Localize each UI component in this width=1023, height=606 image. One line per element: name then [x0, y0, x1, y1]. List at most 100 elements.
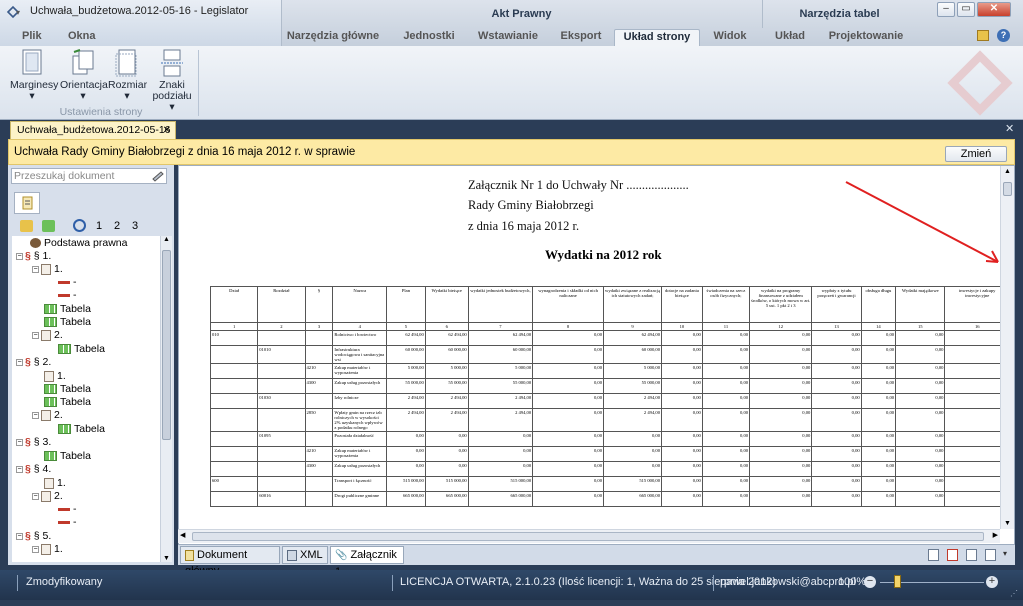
table-cell[interactable]: 0,00	[860, 393, 897, 409]
zmien-button[interactable]: Zmień	[945, 146, 1007, 162]
scroll-right-icon[interactable]: ▶	[993, 531, 998, 539]
table-cell[interactable]: 515 000,00	[467, 476, 534, 492]
table-cell[interactable]: 665 000,00	[467, 491, 534, 507]
table-cell[interactable]: 0,00	[944, 491, 1000, 507]
table-cell[interactable]: 0,00	[532, 408, 605, 432]
table-cell[interactable]: 0,00	[661, 461, 703, 477]
close-button[interactable]: ✕	[977, 2, 1011, 17]
collapse-icon[interactable]: −	[32, 411, 39, 419]
scrollbar-thumb[interactable]	[192, 532, 984, 541]
resize-grip-icon[interactable]: ⋰	[1010, 582, 1018, 606]
table-cell[interactable]: 60 000,00	[424, 345, 469, 364]
table-cell[interactable]: 0,00	[701, 408, 751, 432]
table-cell[interactable]: 0,00	[860, 446, 897, 462]
table-cell[interactable]: 515 000,00	[424, 476, 469, 492]
table-cell[interactable]	[209, 491, 259, 507]
table-cell[interactable]: 0,00	[895, 431, 946, 447]
table-cell[interactable]: 62 494,00	[467, 330, 534, 346]
table-cell[interactable]: Zakup usług pozostałych	[332, 461, 388, 477]
table-cell[interactable]: Zakup materiałów i wyposażenia	[332, 446, 388, 462]
table-cell[interactable]: 62 494,00	[424, 330, 469, 346]
tree-item[interactable]: Tabela	[58, 423, 105, 435]
table-cell[interactable]: 0,00	[811, 330, 862, 346]
table-cell[interactable]: 0,00	[811, 393, 862, 409]
table-cell[interactable]: 0,00	[701, 378, 751, 394]
table-cell[interactable]: 4210	[304, 363, 334, 379]
tree-item[interactable]: 1.	[44, 477, 66, 489]
tree-item[interactable]: Tabela	[44, 450, 91, 462]
table-cell[interactable]: 0,00	[661, 476, 703, 492]
table-cell[interactable]: 0,00	[895, 330, 946, 346]
table-cell[interactable]: 4210	[304, 446, 334, 462]
document-horizontal-scrollbar[interactable]: ◀ ▶	[178, 529, 1000, 543]
table-cell[interactable]: 0,00	[860, 476, 897, 492]
tab-wstawianie[interactable]: Wstawianie	[474, 29, 542, 46]
sync-icon[interactable]	[73, 219, 86, 232]
table-cell[interactable]	[209, 408, 259, 432]
table-row[interactable]: 4210 Zakup materiałów i wyposażenia 0,00 0,…	[209, 446, 1000, 462]
table-cell[interactable]	[209, 378, 259, 394]
table-cell[interactable]	[209, 363, 259, 379]
document-page[interactable]: Załącznik Nr 1 do Uchwały Nr ...........…	[178, 166, 1000, 529]
table-cell[interactable]: 0,00	[661, 345, 703, 364]
collapse-icon[interactable]: −	[16, 465, 23, 473]
table-cell[interactable]: 0,00	[811, 431, 862, 447]
table-cell[interactable]: 0,00	[811, 476, 862, 492]
table-cell[interactable]: Rolnictwo i łowiectwo	[332, 330, 388, 346]
menu-okna[interactable]: Okna	[68, 30, 96, 42]
table-cell[interactable]: 0,00	[895, 461, 946, 477]
table-cell[interactable]: 0,00	[749, 491, 813, 507]
search-brush-icon[interactable]	[151, 169, 165, 182]
table-cell[interactable]	[209, 461, 259, 477]
tree-item[interactable]: −2.	[32, 490, 63, 502]
tree-item[interactable]: 1.	[44, 370, 66, 382]
table-cell[interactable]: 0,00	[532, 491, 605, 507]
table-cell[interactable]: 0,00	[424, 446, 469, 462]
tree-item[interactable]: − § § 3.	[16, 436, 51, 448]
table-row[interactable]: 01030 Izby rolnicze 2 494,00 2 494,00 2 494,…	[209, 393, 1000, 409]
table-cell[interactable]: 0,00	[811, 363, 862, 379]
table-cell[interactable]: 0,00	[467, 431, 534, 447]
table-cell[interactable]: 0,00	[701, 345, 751, 364]
table-cell[interactable]: 5 000,00	[603, 363, 662, 379]
marginesy-button[interactable]: Marginesy ▾	[10, 48, 58, 104]
table-row[interactable]: 4300 Zakup usług pozostałych 0,00 0,00 0,00 0…	[209, 461, 1000, 477]
zoom-slider-thumb[interactable]	[894, 575, 901, 588]
table-cell[interactable]: 0,00	[895, 408, 946, 432]
table-row[interactable]: 01010 Infrastruktura wodociągowa i sanita…	[209, 345, 1000, 364]
table-cell[interactable]: 515 000,00	[603, 476, 662, 492]
table-cell[interactable]: 0,00	[944, 345, 1000, 364]
table-cell[interactable]: 2 494,00	[603, 393, 662, 409]
table-cell[interactable]: 600	[209, 476, 259, 492]
table-cell[interactable]: 0,00	[811, 446, 862, 462]
table-cell[interactable]: 2 494,00	[467, 393, 534, 409]
tree-item[interactable]: Tabela	[44, 316, 91, 328]
level-1-button[interactable]: 1	[96, 220, 102, 232]
table-cell[interactable]: Wpłaty gmin na rzecz izb rolniczych w wy…	[332, 408, 388, 432]
document-tab[interactable]: Uchwała_budżetowa.2012-05-16 ✕	[10, 121, 176, 139]
scroll-down-icon[interactable]: ▼	[161, 555, 172, 562]
table-cell[interactable]: 0,00	[860, 330, 897, 346]
table-cell[interactable]: 0,00	[860, 345, 897, 364]
tree-item[interactable]: − § § 5.	[16, 530, 51, 542]
collapse-icon[interactable]: −	[32, 545, 39, 553]
tab-eksport[interactable]: Eksport	[556, 29, 606, 46]
table-cell[interactable]: 0,00	[661, 408, 703, 432]
tree-item[interactable]: −1.	[32, 543, 63, 555]
table-cell[interactable]	[209, 431, 259, 447]
table-cell[interactable]: 2 494,00	[386, 408, 426, 432]
table-cell[interactable]: 0,00	[860, 408, 897, 432]
table-cell[interactable]	[257, 476, 306, 492]
expenses-table[interactable]: Dział Rozdział § Nazwa Plan Wydatki bieżące wy…	[209, 286, 1000, 507]
table-cell[interactable]: 0,00	[661, 330, 703, 346]
collapse-icon[interactable]: −	[32, 265, 39, 273]
table-cell[interactable]	[304, 476, 334, 492]
table-cell[interactable]: 0,00	[895, 476, 946, 492]
table-cell[interactable]: 2 494,00	[467, 408, 534, 432]
table-cell[interactable]: 0,00	[895, 393, 946, 409]
table-cell[interactable]: 0,00	[661, 446, 703, 462]
table-cell[interactable]: 2 494,00	[424, 408, 469, 432]
table-cell[interactable]: 0,00	[661, 431, 703, 447]
menu-plik[interactable]: Plik	[22, 30, 42, 42]
table-row[interactable]: 2850 Wpłaty gmin na rzecz izb rolniczych …	[209, 408, 1000, 432]
